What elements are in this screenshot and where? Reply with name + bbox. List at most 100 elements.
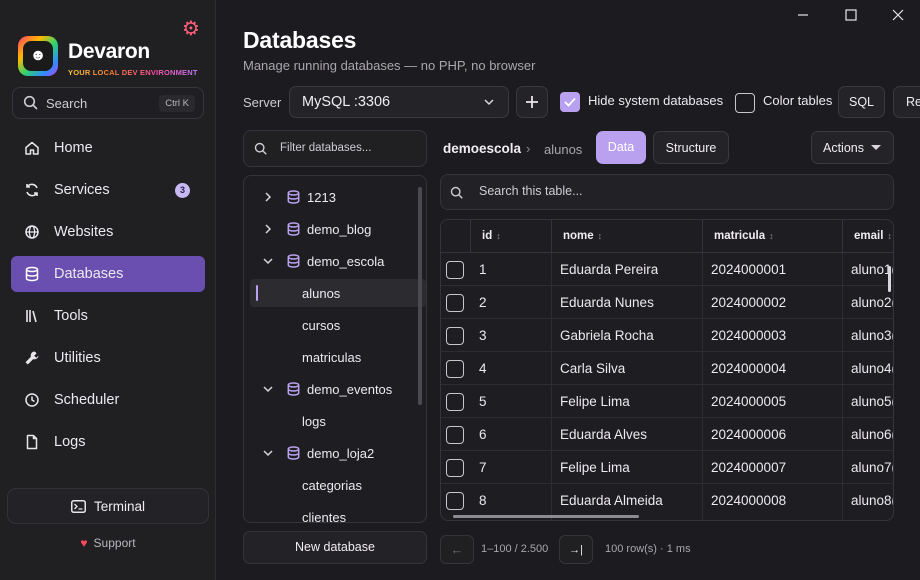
server-value: MySQL :3306 xyxy=(302,94,391,110)
maximize-icon[interactable] xyxy=(841,6,861,26)
table-row[interactable]: 6 Eduarda Alves 2024000006 aluno6( xyxy=(441,418,893,451)
row-checkbox[interactable] xyxy=(446,459,464,477)
sidebar-item-home[interactable]: Home xyxy=(11,130,205,166)
tools-icon xyxy=(23,307,41,325)
caret-down-icon xyxy=(871,145,881,150)
cell-nome: Gabriela Rocha xyxy=(560,328,654,343)
sidebar-item-label: Services xyxy=(54,182,110,198)
search-icon xyxy=(254,142,267,155)
row-checkbox[interactable] xyxy=(446,360,464,378)
filter-databases-input[interactable]: Filter databases... xyxy=(243,130,427,167)
tab-data[interactable]: Data xyxy=(596,131,646,164)
support-label: Support xyxy=(93,536,136,550)
tree-db-node[interactable]: 1213 xyxy=(244,183,420,211)
tab-structure[interactable]: Structure xyxy=(653,131,729,164)
settings-gear-icon[interactable]: ⚙ xyxy=(180,18,202,40)
page-range: 1–100 / 2.500 xyxy=(481,543,549,555)
search-icon xyxy=(23,95,38,110)
cell-id: 8 xyxy=(479,493,487,508)
row-checkbox[interactable] xyxy=(446,426,464,444)
prev-page-button[interactable]: ← xyxy=(440,535,474,564)
column-header-matricula[interactable]: matricula ↕ xyxy=(702,220,842,253)
column-header-nome[interactable]: nome ↕ xyxy=(551,220,702,253)
sidebar-item-tools[interactable]: Tools xyxy=(11,298,205,334)
column-header-label: matricula xyxy=(714,230,766,242)
minimize-icon[interactable] xyxy=(793,6,813,26)
next-page-button[interactable]: →| xyxy=(559,535,593,564)
tree-table-node[interactable]: logs xyxy=(244,407,420,435)
tree-db-node[interactable]: demo_blog xyxy=(244,215,420,243)
sidebar-item-databases[interactable]: Databases xyxy=(11,256,205,292)
refresh-button[interactable]: Re xyxy=(893,86,920,118)
plus-icon xyxy=(526,96,538,108)
tree-table-node[interactable]: cursos xyxy=(244,311,420,339)
row-checkbox[interactable] xyxy=(446,492,464,510)
table-row[interactable]: 3 Gabriela Rocha 2024000003 aluno3( xyxy=(441,319,894,352)
table-row[interactable]: 5 Felipe Lima 2024000005 aluno5( xyxy=(441,385,893,418)
table-row[interactable]: 7 Felipe Lima 2024000007 aluno7( xyxy=(441,451,894,484)
vertical-scrollbar[interactable] xyxy=(888,266,891,292)
database-icon xyxy=(287,190,300,204)
support-link[interactable]: ♥ Support xyxy=(0,536,216,550)
breadcrumb-database[interactable]: demoescola xyxy=(443,141,521,156)
tree-table-node-selected[interactable]: alunos xyxy=(250,279,426,307)
sidebar-item-logs[interactable]: Logs xyxy=(11,424,205,460)
cell-id: 4 xyxy=(479,361,487,376)
table-row[interactable]: 4 Carla Silva 2024000004 aluno4( xyxy=(441,352,893,385)
grid-header: id ↕ nome ↕ matricula ↕ email ↕ xyxy=(441,220,893,253)
sidebar-nav: Home Services 3 Websites Databases Tools xyxy=(11,130,205,466)
tree-db-node[interactable]: demo_loja2 xyxy=(244,439,420,467)
breadcrumb-table: alunos xyxy=(544,142,583,157)
chevron-down-icon xyxy=(263,258,273,265)
sidebar: ☻ Devaron YOUR LOCAL DEV ENVIRONMENT ⚙ S… xyxy=(0,0,216,580)
table-row[interactable]: 1 Eduarda Pereira 2024000001 aluno1( xyxy=(441,253,893,286)
add-server-button[interactable] xyxy=(516,86,548,118)
sidebar-item-label: Databases xyxy=(54,266,124,282)
row-checkbox[interactable] xyxy=(446,393,464,411)
cell-id: 3 xyxy=(479,328,487,343)
column-header-id[interactable]: id ↕ xyxy=(470,220,551,253)
sidebar-item-label: Logs xyxy=(54,434,86,450)
cell-email: aluno8( xyxy=(851,493,894,508)
tree-db-node[interactable]: demo_eventos xyxy=(244,375,420,403)
sidebar-item-websites[interactable]: Websites xyxy=(11,214,205,250)
table-search-input[interactable]: Search this table... xyxy=(440,174,894,210)
actions-dropdown[interactable]: Actions xyxy=(811,131,894,164)
sql-button[interactable]: SQL xyxy=(838,86,885,118)
cell-matricula: 2024000007 xyxy=(711,460,787,475)
close-icon[interactable] xyxy=(888,6,908,26)
chevron-down-icon xyxy=(263,450,273,457)
tree-table-node[interactable]: matriculas xyxy=(244,343,420,371)
terminal-button[interactable]: Terminal xyxy=(7,488,209,524)
chevron-down-icon xyxy=(484,99,494,106)
sidebar-item-services[interactable]: Services 3 xyxy=(11,172,205,208)
color-tables-checkbox[interactable] xyxy=(735,93,755,113)
cell-matricula: 2024000003 xyxy=(711,328,787,343)
row-checkbox[interactable] xyxy=(446,294,464,312)
new-database-button[interactable]: New database xyxy=(243,531,427,564)
tree-node-label: alunos xyxy=(302,285,341,301)
tree-db-node[interactable]: demo_escola xyxy=(244,247,420,275)
table-row[interactable]: 8 Eduarda Almeida 2024000008 aluno8( xyxy=(441,484,894,517)
database-icon xyxy=(287,222,300,236)
table-row[interactable]: 2 Eduarda Nunes 2024000002 aluno2( xyxy=(441,286,893,319)
cell-id: 6 xyxy=(479,427,487,442)
tree-node-label: logs xyxy=(302,413,326,429)
horizontal-scrollbar[interactable] xyxy=(453,515,639,518)
cell-email: aluno3( xyxy=(851,328,894,343)
row-checkbox[interactable] xyxy=(446,261,464,279)
row-checkbox[interactable] xyxy=(446,327,464,345)
server-select[interactable]: MySQL :3306 xyxy=(289,86,509,118)
search-shortcut: Ctrl K xyxy=(159,95,195,112)
sidebar-search[interactable]: Search Ctrl K xyxy=(12,87,204,119)
column-header-email[interactable]: email ↕ xyxy=(842,220,893,253)
sidebar-item-scheduler[interactable]: Scheduler xyxy=(11,382,205,418)
hide-system-checkbox[interactable] xyxy=(560,92,580,112)
cell-email: aluno7( xyxy=(851,460,894,475)
tree-table-node[interactable]: clientes xyxy=(244,503,420,523)
check-icon xyxy=(564,97,576,107)
tree-table-node[interactable]: categorias xyxy=(244,471,420,499)
tree-scrollbar[interactable] xyxy=(418,187,422,405)
sidebar-item-utilities[interactable]: Utilities xyxy=(11,340,205,376)
cell-matricula: 2024000002 xyxy=(711,295,787,310)
